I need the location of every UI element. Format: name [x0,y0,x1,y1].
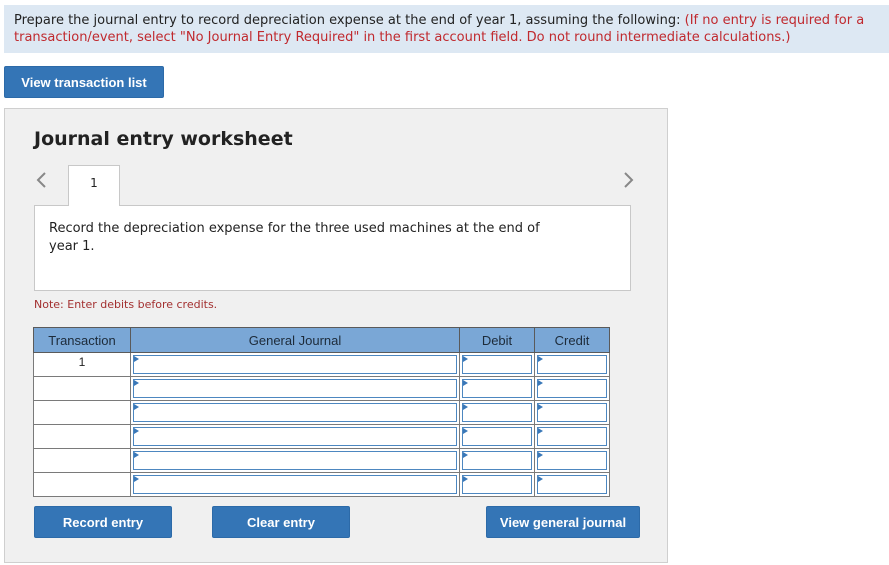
transaction-cell [33,472,131,497]
general-journal-cell[interactable] [130,376,460,401]
clear-entry-button[interactable]: Clear entry [212,506,350,538]
debit-input[interactable] [462,427,532,446]
table-row [33,400,610,425]
debit-cell[interactable] [459,448,535,473]
debit-input[interactable] [462,379,532,398]
instructions-text: Prepare the journal entry to record depr… [14,13,685,28]
table-row [33,472,610,497]
credit-cell[interactable] [534,424,610,449]
record-entry-button[interactable]: Record entry [34,506,172,538]
view-general-journal-button[interactable]: View general journal [486,506,640,538]
chevron-left-icon[interactable] [35,171,49,189]
credit-input[interactable] [537,475,607,494]
instructions-banner: Prepare the journal entry to record depr… [4,5,889,53]
transaction-cell [33,400,131,425]
debit-input[interactable] [462,451,532,470]
worksheet-title: Journal entry worksheet [34,128,293,150]
transaction-cell [33,376,131,401]
account-select[interactable] [133,403,457,422]
debit-cell[interactable] [459,352,535,377]
credit-input[interactable] [537,427,607,446]
credit-cell[interactable] [534,400,610,425]
credit-cell[interactable] [534,448,610,473]
general-journal-cell[interactable] [130,352,460,377]
credit-input[interactable] [537,403,607,422]
tab-1[interactable]: 1 [68,165,120,206]
general-journal-cell[interactable] [130,424,460,449]
table-row [33,376,610,401]
credit-cell[interactable] [534,472,610,497]
header-credit: Credit [534,327,610,353]
general-journal-cell[interactable] [130,400,460,425]
table-header-row: Transaction General Journal Debit Credit [33,327,610,353]
general-journal-cell[interactable] [130,448,460,473]
table-row: 1 [33,352,610,377]
header-debit: Debit [459,327,535,353]
table-row [33,448,610,473]
credit-cell[interactable] [534,352,610,377]
account-select[interactable] [133,355,457,374]
transaction-cell [33,424,131,449]
account-select[interactable] [133,475,457,494]
transaction-cell [33,448,131,473]
credit-cell[interactable] [534,376,610,401]
account-select[interactable] [133,451,457,470]
credit-input[interactable] [537,379,607,398]
debit-cell[interactable] [459,424,535,449]
transaction-description: Record the depreciation expense for the … [34,205,631,291]
debit-input[interactable] [462,475,532,494]
journal-table: Transaction General Journal Debit Credit… [33,327,610,497]
debit-input[interactable] [462,355,532,374]
description-text: Record the depreciation expense for the … [49,221,540,254]
table-row [33,424,610,449]
account-select[interactable] [133,427,457,446]
general-journal-cell[interactable] [130,472,460,497]
debit-input[interactable] [462,403,532,422]
debit-cell[interactable] [459,472,535,497]
journal-entry-worksheet-panel: Journal entry worksheet 1 Record the dep… [4,108,668,563]
account-select[interactable] [133,379,457,398]
credit-input[interactable] [537,451,607,470]
debit-cell[interactable] [459,400,535,425]
header-transaction: Transaction [33,327,131,353]
chevron-right-icon[interactable] [623,171,637,189]
debits-note: Note: Enter debits before credits. [34,298,218,311]
view-transaction-list-button[interactable]: View transaction list [4,66,164,98]
transaction-cell: 1 [33,352,131,377]
credit-input[interactable] [537,355,607,374]
debit-cell[interactable] [459,376,535,401]
header-general-journal: General Journal [130,327,460,353]
